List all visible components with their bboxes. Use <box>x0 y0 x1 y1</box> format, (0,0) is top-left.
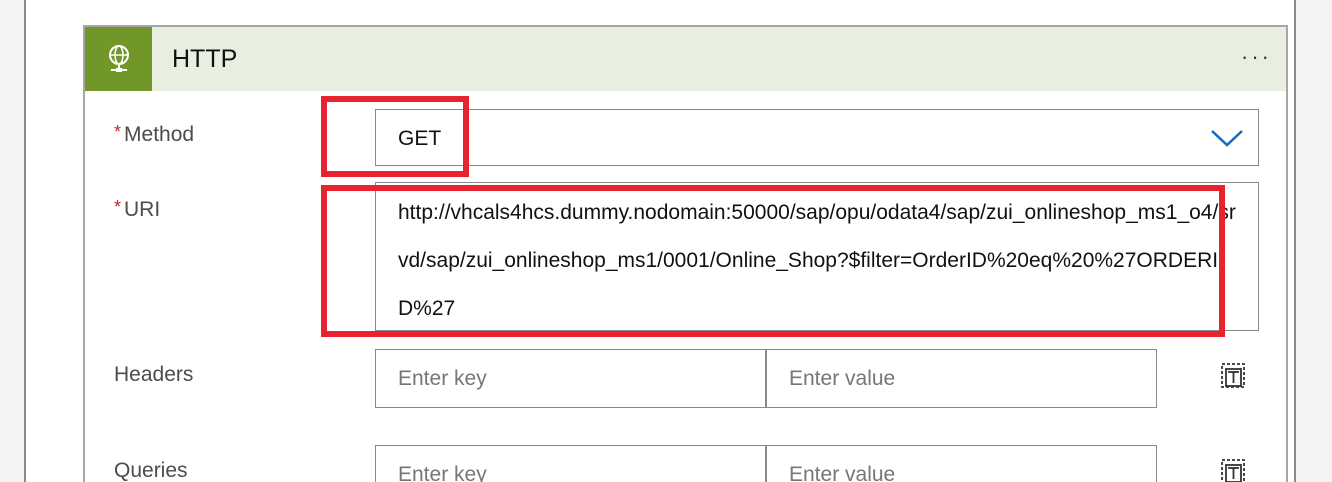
http-action-card: HTTP ··· * Method GET * URI http://vhcals4… <box>83 25 1288 482</box>
method-value: GET <box>398 127 442 150</box>
required-asterisk: * <box>114 197 122 217</box>
method-dropdown[interactable]: GET <box>375 109 1259 166</box>
method-label-text: Method <box>124 123 195 146</box>
http-icon-tile <box>85 27 152 91</box>
uri-label-text: URI <box>124 198 161 221</box>
delete-row-icon[interactable] <box>1218 456 1248 482</box>
more-options-button[interactable]: ··· <box>1241 27 1272 91</box>
uri-value: http://vhcals4hcs.dummy.nodomain:50000/s… <box>398 201 1236 320</box>
delete-row-icon[interactable] <box>1218 360 1248 390</box>
required-asterisk: * <box>114 122 122 142</box>
designer-canvas: HTTP ··· * Method GET * URI http://vhcals4… <box>24 0 1296 482</box>
card-header[interactable]: HTTP ··· <box>85 27 1286 91</box>
uri-input[interactable]: http://vhcals4hcs.dummy.nodomain:50000/s… <box>375 182 1259 331</box>
queries-label: Queries <box>114 459 188 482</box>
headers-key-input[interactable]: Enter key <box>375 349 766 408</box>
queries-key-input[interactable]: Enter key <box>375 445 766 482</box>
chevron-down-icon <box>1211 130 1243 147</box>
queries-value-input[interactable]: Enter value <box>766 445 1157 482</box>
headers-label: Headers <box>114 363 194 386</box>
globe-network-icon <box>108 45 129 72</box>
method-label: * Method <box>114 122 194 147</box>
headers-value-input[interactable]: Enter value <box>766 349 1157 408</box>
card-title: HTTP <box>172 45 238 73</box>
uri-label: * URI <box>114 197 160 222</box>
